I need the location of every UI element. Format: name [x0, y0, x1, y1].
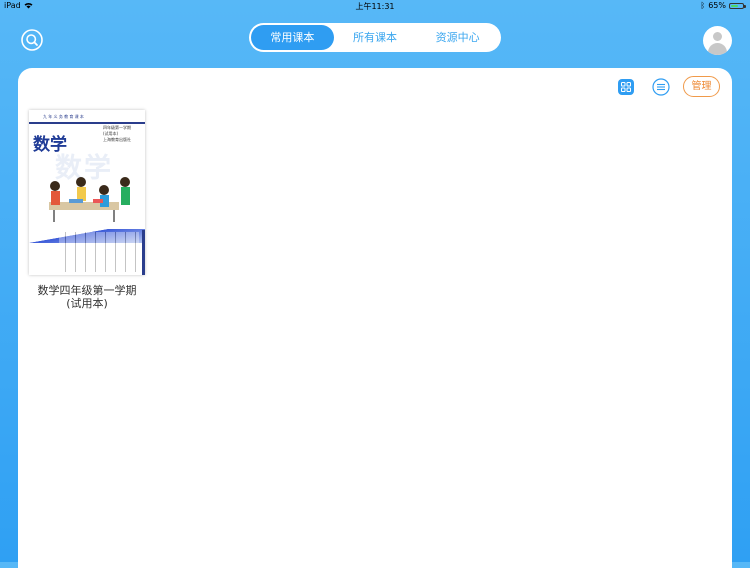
book-title-line1: 数学四年级第一学期 [37, 284, 137, 297]
bluetooth-icon: ᛒ [700, 1, 706, 10]
avatar[interactable] [703, 26, 732, 55]
cover-publisher: 上海教育出版社 [103, 137, 131, 142]
book-title-line2: (试用本) [66, 297, 108, 310]
tab-common-textbooks[interactable]: 常用课本 [251, 25, 334, 50]
avatar-head [713, 32, 722, 41]
cover-grade: 四年级 [103, 125, 115, 130]
cover-term: 第一学期 [115, 125, 131, 130]
book-item[interactable]: 九 年 义 务 教 育 课 本 数学 四年级第一学期 (试用本) 上海教育出版社… [29, 110, 145, 310]
cover-grade-info: 四年级第一学期 (试用本) 上海教育出版社 [103, 125, 131, 143]
tab-bar: 常用课本 所有课本 资源中心 [249, 23, 501, 52]
cover-illustration [49, 177, 130, 222]
avatar-body [708, 43, 727, 55]
battery-fill [731, 4, 738, 7]
cover-series: 九 年 义 务 教 育 课 本 [43, 114, 84, 119]
status-bar: iPad 上午11:31 ᛒ 65% [0, 0, 750, 12]
cover-text-columns [59, 232, 139, 272]
book-title[interactable]: 数学四年级第一学期 (试用本) [29, 284, 145, 310]
list-view-icon[interactable] [652, 78, 670, 96]
battery-icon [729, 2, 746, 9]
grid-view-icon[interactable] [618, 79, 634, 95]
battery-percent: 65% [708, 1, 726, 10]
cover-top-bar: 九 年 义 务 教 育 课 本 [29, 110, 145, 124]
cover-side-bar [142, 230, 145, 275]
bookshelf-panel: 管理 九 年 义 务 教 育 课 本 数学 四年级第一学期 (试用本) 上海教育… [18, 68, 732, 568]
manage-button[interactable]: 管理 [683, 76, 720, 97]
tab-resource-center[interactable]: 资源中心 [416, 25, 499, 50]
tab-all-textbooks[interactable]: 所有课本 [334, 25, 417, 50]
cover-edition: (试用本) [103, 131, 119, 136]
search-icon[interactable] [21, 29, 43, 51]
book-cover[interactable]: 九 年 义 务 教 育 课 本 数学 四年级第一学期 (试用本) 上海教育出版社… [29, 110, 145, 275]
status-time: 上午11:31 [355, 2, 395, 11]
status-right: ᛒ 65% [700, 1, 746, 10]
